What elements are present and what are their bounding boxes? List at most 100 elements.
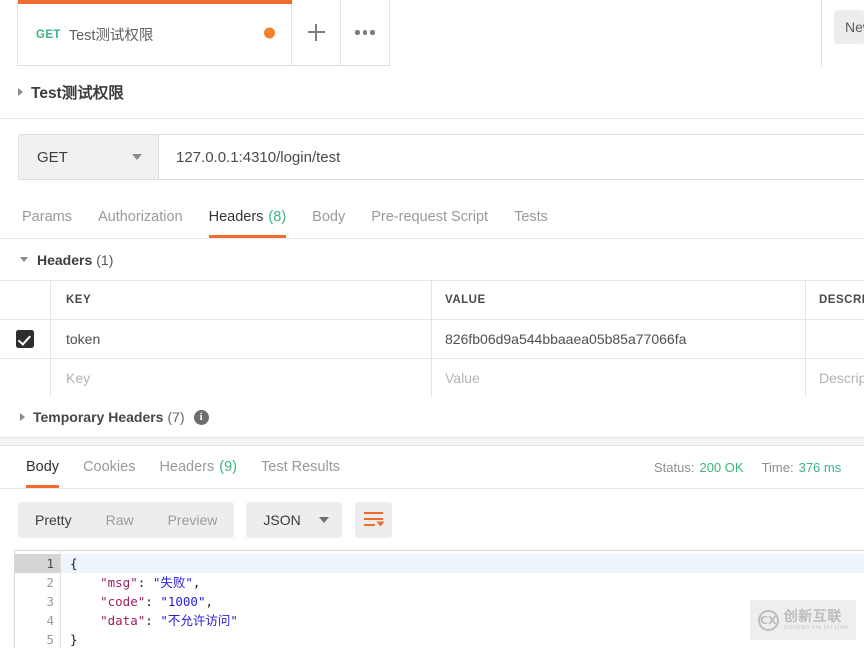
header-column-value: VALUE xyxy=(432,281,806,319)
headers-section-label: Headers xyxy=(37,251,93,268)
headers-section-count: (1) xyxy=(96,251,114,268)
code-line: "msg": "失败", xyxy=(70,573,864,592)
tab-params-label: Params xyxy=(22,208,72,225)
url-bar-area: GET 127.0.0.1:4310/login/test xyxy=(0,119,864,195)
code-token-punct: { xyxy=(70,556,78,571)
chevron-down-icon xyxy=(20,257,28,262)
tab-authorization[interactable]: Authorization xyxy=(85,195,196,238)
response-meta: Status: 200 OK Time: 376 ms xyxy=(644,446,864,489)
chevron-down-icon xyxy=(318,516,329,523)
code-token-punct xyxy=(70,613,100,628)
word-wrap-icon xyxy=(363,512,385,527)
new-tab-button[interactable] xyxy=(292,0,341,65)
headers-section-toggle[interactable]: Headers (1) xyxy=(0,239,864,280)
tab-pre-request-script[interactable]: Pre-request Script xyxy=(358,195,501,238)
plus-icon xyxy=(307,24,325,41)
temporary-headers-toggle[interactable]: Temporary Headers (7) i xyxy=(0,397,864,438)
response-tab-headers-count: (9) xyxy=(219,459,237,475)
header-column-check xyxy=(0,281,51,319)
tab-strip-filler xyxy=(390,0,822,66)
response-tab-headers[interactable]: Headers (9) xyxy=(147,446,249,488)
code-token-key: "msg" xyxy=(100,575,138,590)
page-title: Test测试权限 xyxy=(31,85,124,102)
response-tab-test-results[interactable]: Test Results xyxy=(249,446,352,488)
temporary-headers-count: (7) xyxy=(167,409,185,425)
response-body-editor[interactable]: 1 2 3 4 5 { "msg": "失败", "code": "1000",… xyxy=(14,550,864,648)
header-key-value: token xyxy=(66,331,101,347)
http-method-value: GET xyxy=(37,148,68,166)
editor-line-number-gutter: 1 2 3 4 5 xyxy=(15,551,68,648)
tab-body[interactable]: Body xyxy=(299,195,358,238)
chevron-right-icon xyxy=(20,413,25,421)
code-token-punct: : xyxy=(145,613,161,628)
response-format-select[interactable]: JSON xyxy=(246,501,342,538)
response-tab-cookies-label: Cookies xyxy=(83,459,136,475)
code-token-str: "不允许访问" xyxy=(160,613,238,628)
header-description-cell[interactable] xyxy=(806,320,864,358)
tab-title-label: Test测试权限 xyxy=(68,28,154,44)
unsaved-changes-dot-icon xyxy=(264,27,275,38)
response-tab-body[interactable]: Body xyxy=(14,446,71,488)
time-group: Time: 376 ms xyxy=(762,460,842,475)
chevron-down-icon xyxy=(132,154,142,160)
code-token-punct: : xyxy=(145,594,161,609)
placeholder-value-text: Value xyxy=(445,370,480,386)
placeholder-value-cell[interactable]: Value xyxy=(432,359,806,397)
placeholder-checkbox-cell[interactable] xyxy=(0,359,51,397)
http-method-select[interactable]: GET xyxy=(19,135,159,179)
tab-headers-count: (8) xyxy=(268,208,287,225)
chevron-right-icon xyxy=(18,88,23,96)
table-row-placeholder[interactable]: Key Value Description xyxy=(0,359,864,398)
tab-tests[interactable]: Tests xyxy=(501,195,561,238)
placeholder-key-cell[interactable]: Key xyxy=(51,359,432,397)
ellipsis-icon xyxy=(355,30,375,35)
response-tab-body-label: Body xyxy=(26,459,60,475)
line-number: 4 xyxy=(46,613,54,628)
placeholder-description-cell[interactable]: Description xyxy=(806,359,864,397)
response-tab-cookies[interactable]: Cookies xyxy=(71,446,147,488)
request-url-value: 127.0.0.1:4310/login/test xyxy=(176,148,341,166)
temporary-headers-label: Temporary Headers xyxy=(33,409,164,425)
view-mode-pretty[interactable]: Pretty xyxy=(18,502,89,538)
line-number[interactable]: 1 xyxy=(15,554,68,573)
request-tab-bar: Params Authorization Headers (8) Body Pr… xyxy=(0,195,864,239)
header-row-checkbox-cell[interactable] xyxy=(0,320,51,358)
view-mode-raw[interactable]: Raw xyxy=(89,502,151,538)
tab-strip-right-area: New xyxy=(822,0,864,66)
checkbox-checked-icon[interactable] xyxy=(16,330,34,348)
header-value-value: 826fb06d9a544bbaaea05b85a77066fa xyxy=(445,331,687,347)
tab-active-indicator xyxy=(18,0,292,4)
header-key-cell[interactable]: token xyxy=(51,320,432,358)
code-token-punct: : xyxy=(137,575,153,590)
tab-params[interactable]: Params xyxy=(18,195,85,238)
tab-pre-request-script-label: Pre-request Script xyxy=(371,208,489,225)
view-mode-preview[interactable]: Preview xyxy=(151,502,235,538)
status-label: Status: xyxy=(654,460,695,475)
new-button[interactable]: New xyxy=(834,10,864,44)
placeholder-key-text: Key xyxy=(66,370,91,386)
breadcrumb[interactable]: Test测试权限 xyxy=(0,66,864,119)
tab-headers-label: Headers xyxy=(208,208,264,225)
header-value-cell[interactable]: 826fb06d9a544bbaaea05b85a77066fa xyxy=(432,320,806,358)
response-splitter[interactable] xyxy=(0,438,864,446)
code-token-punct: , xyxy=(205,594,214,609)
header-column-description: DESCRIPTION xyxy=(819,294,864,306)
line-number: 2 xyxy=(46,575,54,590)
postman-window: GET Test测试权限 New Test测试权限 GET 127.0.0.1:… xyxy=(0,0,864,648)
request-tab-active[interactable]: GET Test测试权限 xyxy=(18,0,292,65)
response-tab-headers-label: Headers xyxy=(159,459,215,475)
tab-strip: GET Test测试权限 New xyxy=(0,0,864,66)
table-row[interactable]: token 826fb06d9a544bbaaea05b85a77066fa xyxy=(0,320,864,359)
headers-table-header-row: KEY VALUE DESCRIPTION xyxy=(0,281,864,320)
tab-headers[interactable]: Headers (8) xyxy=(196,195,300,238)
headers-table: KEY VALUE DESCRIPTION token 826fb06d9a54… xyxy=(0,280,864,398)
info-icon[interactable]: i xyxy=(193,409,209,425)
code-line: { xyxy=(61,554,864,573)
word-wrap-button[interactable] xyxy=(354,501,392,538)
request-url-input[interactable]: 127.0.0.1:4310/login/test xyxy=(159,135,864,179)
response-body-toolbar: Pretty Raw Preview JSON xyxy=(0,489,864,550)
tab-strip-left-gutter xyxy=(0,0,18,66)
editor-code-area[interactable]: { "msg": "失败", "code": "1000", "data": "… xyxy=(61,551,864,648)
tab-options-button[interactable] xyxy=(341,0,390,65)
code-token-str: "失败" xyxy=(152,575,193,590)
